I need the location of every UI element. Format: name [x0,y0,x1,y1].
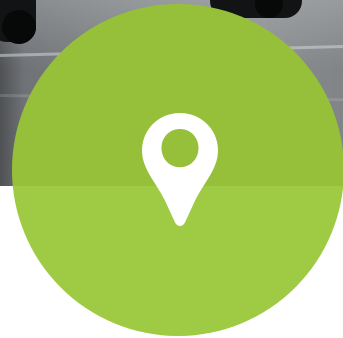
location-image-card [0,0,343,338]
map-pin-icon [142,113,218,226]
location-marker-circle [12,4,343,336]
